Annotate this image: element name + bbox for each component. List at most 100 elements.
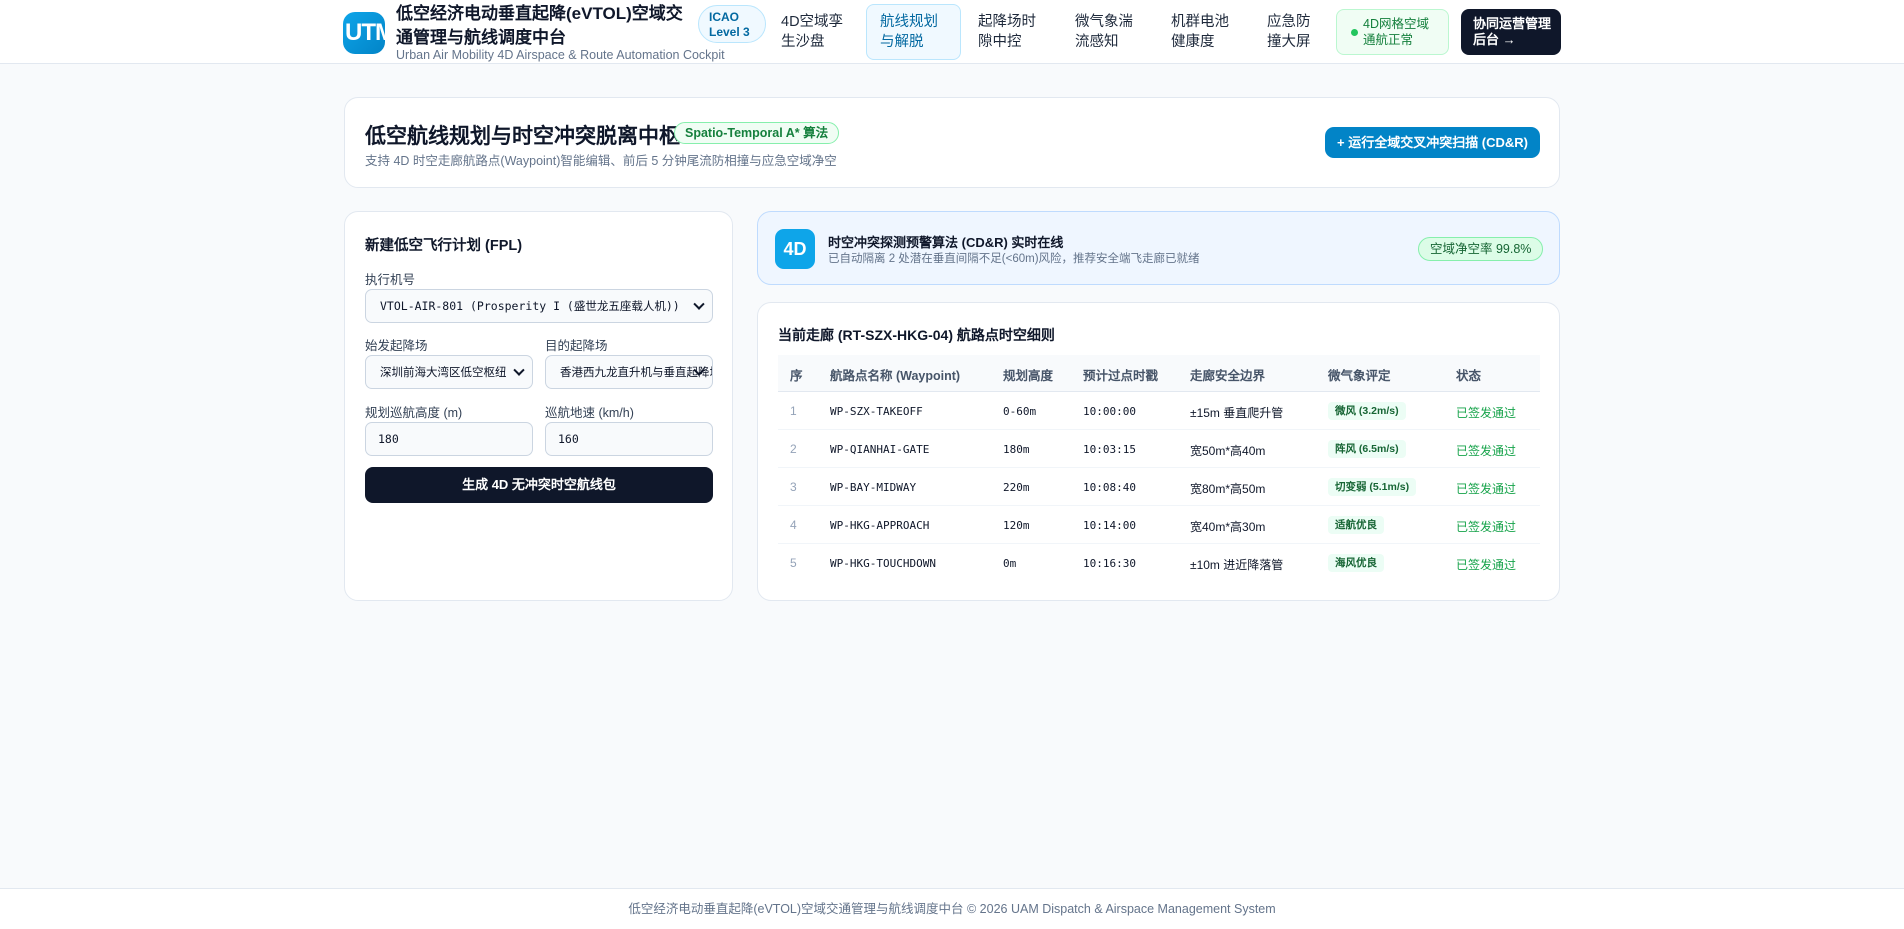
nav-4d-airspace-sandbox[interactable]: 4D空域孪 生沙盘 xyxy=(767,4,849,60)
cdr-alert-banner: 4D 时空冲突探测预警算法 (CD&R) 实时在线 已自动隔离 2 处潜在垂直间… xyxy=(757,211,1560,285)
row-waypoint: WP-BAY-MIDWAY xyxy=(830,481,917,494)
nav-label-line1: 应急防 xyxy=(1267,14,1311,30)
nav-label-line1: 4D空域孪 xyxy=(781,14,844,30)
page-title: 低空航线规划与时空冲突脱离中枢 xyxy=(365,125,680,148)
4d-icon: 4D xyxy=(775,229,815,269)
col-altitude: 规划高度 xyxy=(1003,369,1054,383)
col-status: 状态 xyxy=(1456,369,1482,383)
table-row[interactable]: 5 WP-HKG-TOUCHDOWN 0m 10:16:30 ±10m 进近降落… xyxy=(778,544,1540,582)
alert-description: 已自动隔离 2 处潜在垂直间隔不足(<60m)风险，推荐安全端飞走廊已就绪 xyxy=(828,253,1200,265)
col-boundary: 走廊安全边界 xyxy=(1190,369,1266,383)
row-boundary: 宽50m*高40m xyxy=(1190,444,1266,458)
row-waypoint: WP-SZX-TAKEOFF xyxy=(830,405,923,418)
row-waypoint: WP-HKG-TOUCHDOWN xyxy=(830,557,936,570)
row-boundary: 宽80m*高50m xyxy=(1190,482,1266,496)
row-boundary: 宽40m*高30m xyxy=(1190,520,1266,534)
generate-route-button[interactable]: 生成 4D 无冲突时空航线包 xyxy=(365,467,713,503)
nav-route-planning[interactable]: 航线规划 与解脱 xyxy=(866,4,961,60)
col-waypoint: 航路点名称 (Waypoint) xyxy=(830,369,961,383)
form-title: 新建低空飞行计划 (FPL) xyxy=(365,238,523,254)
nav-label-line2: 流感知 xyxy=(1075,34,1119,50)
page-description: 支持 4D 时空走廊航路点(Waypoint)智能编辑、前后 5 分钟尾流防相撞… xyxy=(365,154,837,168)
row-waypoint: WP-HKG-APPROACH xyxy=(830,519,930,532)
nav-fleet-battery[interactable]: 机群电池 健康度 xyxy=(1157,4,1239,60)
nav-label-line2: 生沙盘 xyxy=(781,34,825,50)
nav-vertiport-slots[interactable]: 起降场时 隙中控 xyxy=(964,4,1046,60)
corridor-title: 当前走廊 (RT-SZX-HKG-04) 航路点时空细则 xyxy=(778,327,1055,343)
weather-badge: 阵风 (6.5m/s) xyxy=(1328,440,1406,458)
row-altitude: 0-60m xyxy=(1003,405,1037,418)
utm-logo: UTM xyxy=(343,12,385,54)
nav-emergency-screen[interactable]: 应急防 撞大屏 xyxy=(1253,4,1325,60)
chevron-down-icon xyxy=(513,364,525,376)
col-eta: 预计过点时戳 xyxy=(1083,369,1159,383)
run-conflict-scan-button[interactable]: + 运行全域交叉冲突扫描 (CD&R) xyxy=(1325,127,1540,158)
row-status: 已签发通过 xyxy=(1456,406,1517,420)
aircraft-select[interactable]: VTOL-AIR-801 (Prosperity I (盛世龙五座载人机)) xyxy=(365,289,713,323)
row-seq: 1 xyxy=(790,404,797,418)
row-altitude: 180m xyxy=(1003,443,1030,456)
row-status: 已签发通过 xyxy=(1456,558,1517,572)
hero-card: 低空航线规划与时空冲突脱离中枢 Spatio-Temporal A* 算法 支持… xyxy=(344,97,1560,188)
airspace-clear-rate-badge: 空域净空率 99.8% xyxy=(1418,237,1544,261)
top-header: UTM 低空经济电动垂直起降(eVTOL)空域交通管理与航线调度中台 Urban… xyxy=(0,0,1904,64)
status-line2: 通航正常 xyxy=(1363,33,1414,47)
row-eta: 10:00:00 xyxy=(1083,405,1136,418)
nav-label-line2: 与解脱 xyxy=(880,34,924,50)
nav-label-line1: 机群电池 xyxy=(1171,14,1229,30)
admin-console-button[interactable]: 协同运营管理 后台 → xyxy=(1461,9,1561,55)
table-row[interactable]: 2 WP-QIANHAI-GATE 180m 10:03:15 宽50m*高40… xyxy=(778,430,1540,468)
nav-label-line1: 微气象湍 xyxy=(1075,14,1133,30)
row-boundary: ±15m 垂直爬升管 xyxy=(1190,406,1284,420)
speed-label: 巡航地速 (km/h) xyxy=(545,406,634,420)
row-waypoint: WP-QIANHAI-GATE xyxy=(830,443,930,456)
row-eta: 10:08:40 xyxy=(1083,481,1136,494)
row-altitude: 0m xyxy=(1003,557,1017,570)
speed-input[interactable]: 160 xyxy=(545,422,713,456)
origin-select[interactable]: 深圳前海大湾区低空枢纽 xyxy=(365,355,533,389)
altitude-input[interactable]: 180 xyxy=(365,422,533,456)
row-boundary: ±10m 进近降落管 xyxy=(1190,558,1284,572)
weather-badge: 微风 (3.2m/s) xyxy=(1328,402,1406,420)
row-altitude: 220m xyxy=(1003,481,1030,494)
destination-label: 目的起降场 xyxy=(545,339,608,353)
nav-label-line2: 健康度 xyxy=(1171,34,1215,50)
nav-label-line2: 撞大屏 xyxy=(1267,34,1311,50)
weather-badge: 海风优良 xyxy=(1328,554,1384,572)
table-header: 序 航路点名称 (Waypoint) 规划高度 预计过点时戳 走廊安全边界 微气… xyxy=(778,355,1540,392)
altitude-label: 规划巡航高度 (m) xyxy=(365,406,463,420)
aircraft-select-value: VTOL-AIR-801 (Prosperity I (盛世龙五座载人机)) xyxy=(380,299,680,313)
nav-micro-weather[interactable]: 微气象湍 流感知 xyxy=(1061,4,1143,60)
row-seq: 2 xyxy=(790,442,797,456)
row-status: 已签发通过 xyxy=(1456,444,1517,458)
row-eta: 10:16:30 xyxy=(1083,557,1136,570)
icao-badge-line1: ICAO xyxy=(709,10,739,24)
nav-label-line1: 航线规划 xyxy=(880,14,938,30)
row-eta: 10:03:15 xyxy=(1083,443,1136,456)
page-footer: 低空经济电动垂直起降(eVTOL)空域交通管理与航线调度中台 © 2026 UA… xyxy=(0,888,1904,929)
app-title: 低空经济电动垂直起降(eVTOL)空域交通管理与航线调度中台 xyxy=(396,4,683,47)
col-seq: 序 xyxy=(790,369,803,383)
footer-text: 低空经济电动垂直起降(eVTOL)空域交通管理与航线调度中台 © 2026 UA… xyxy=(628,902,1276,916)
aircraft-label: 执行机号 xyxy=(365,273,416,287)
icao-level-badge: ICAO Level 3 xyxy=(698,5,766,43)
status-line1: 4D网格空域 xyxy=(1363,17,1429,31)
alert-title: 时空冲突探测预警算法 (CD&R) 实时在线 xyxy=(828,235,1064,250)
table-row[interactable]: 3 WP-BAY-MIDWAY 220m 10:08:40 宽80m*高50m … xyxy=(778,468,1540,506)
app-subtitle: Urban Air Mobility 4D Airspace & Route A… xyxy=(396,48,725,62)
algorithm-badge: Spatio-Temporal A* 算法 xyxy=(674,122,840,144)
row-status: 已签发通过 xyxy=(1456,482,1517,496)
row-status: 已签发通过 xyxy=(1456,520,1517,534)
row-seq: 4 xyxy=(790,518,797,532)
origin-label: 始发起降场 xyxy=(365,339,428,353)
row-eta: 10:14:00 xyxy=(1083,519,1136,532)
destination-select-value: 香港西九龙直升机与垂直起降场 xyxy=(560,365,713,379)
table-row[interactable]: 4 WP-HKG-APPROACH 120m 10:14:00 宽40m*高30… xyxy=(778,506,1540,544)
chevron-down-icon xyxy=(693,298,705,310)
admin-button-line1: 协同运营管理 xyxy=(1473,16,1552,31)
origin-select-value: 深圳前海大湾区低空枢纽 xyxy=(380,365,507,379)
row-seq: 3 xyxy=(790,480,797,494)
destination-select[interactable]: 香港西九龙直升机与垂直起降场 xyxy=(545,355,713,389)
status-dot-icon xyxy=(1351,29,1358,36)
table-row[interactable]: 1 WP-SZX-TAKEOFF 0-60m 10:00:00 ±15m 垂直爬… xyxy=(778,392,1540,430)
